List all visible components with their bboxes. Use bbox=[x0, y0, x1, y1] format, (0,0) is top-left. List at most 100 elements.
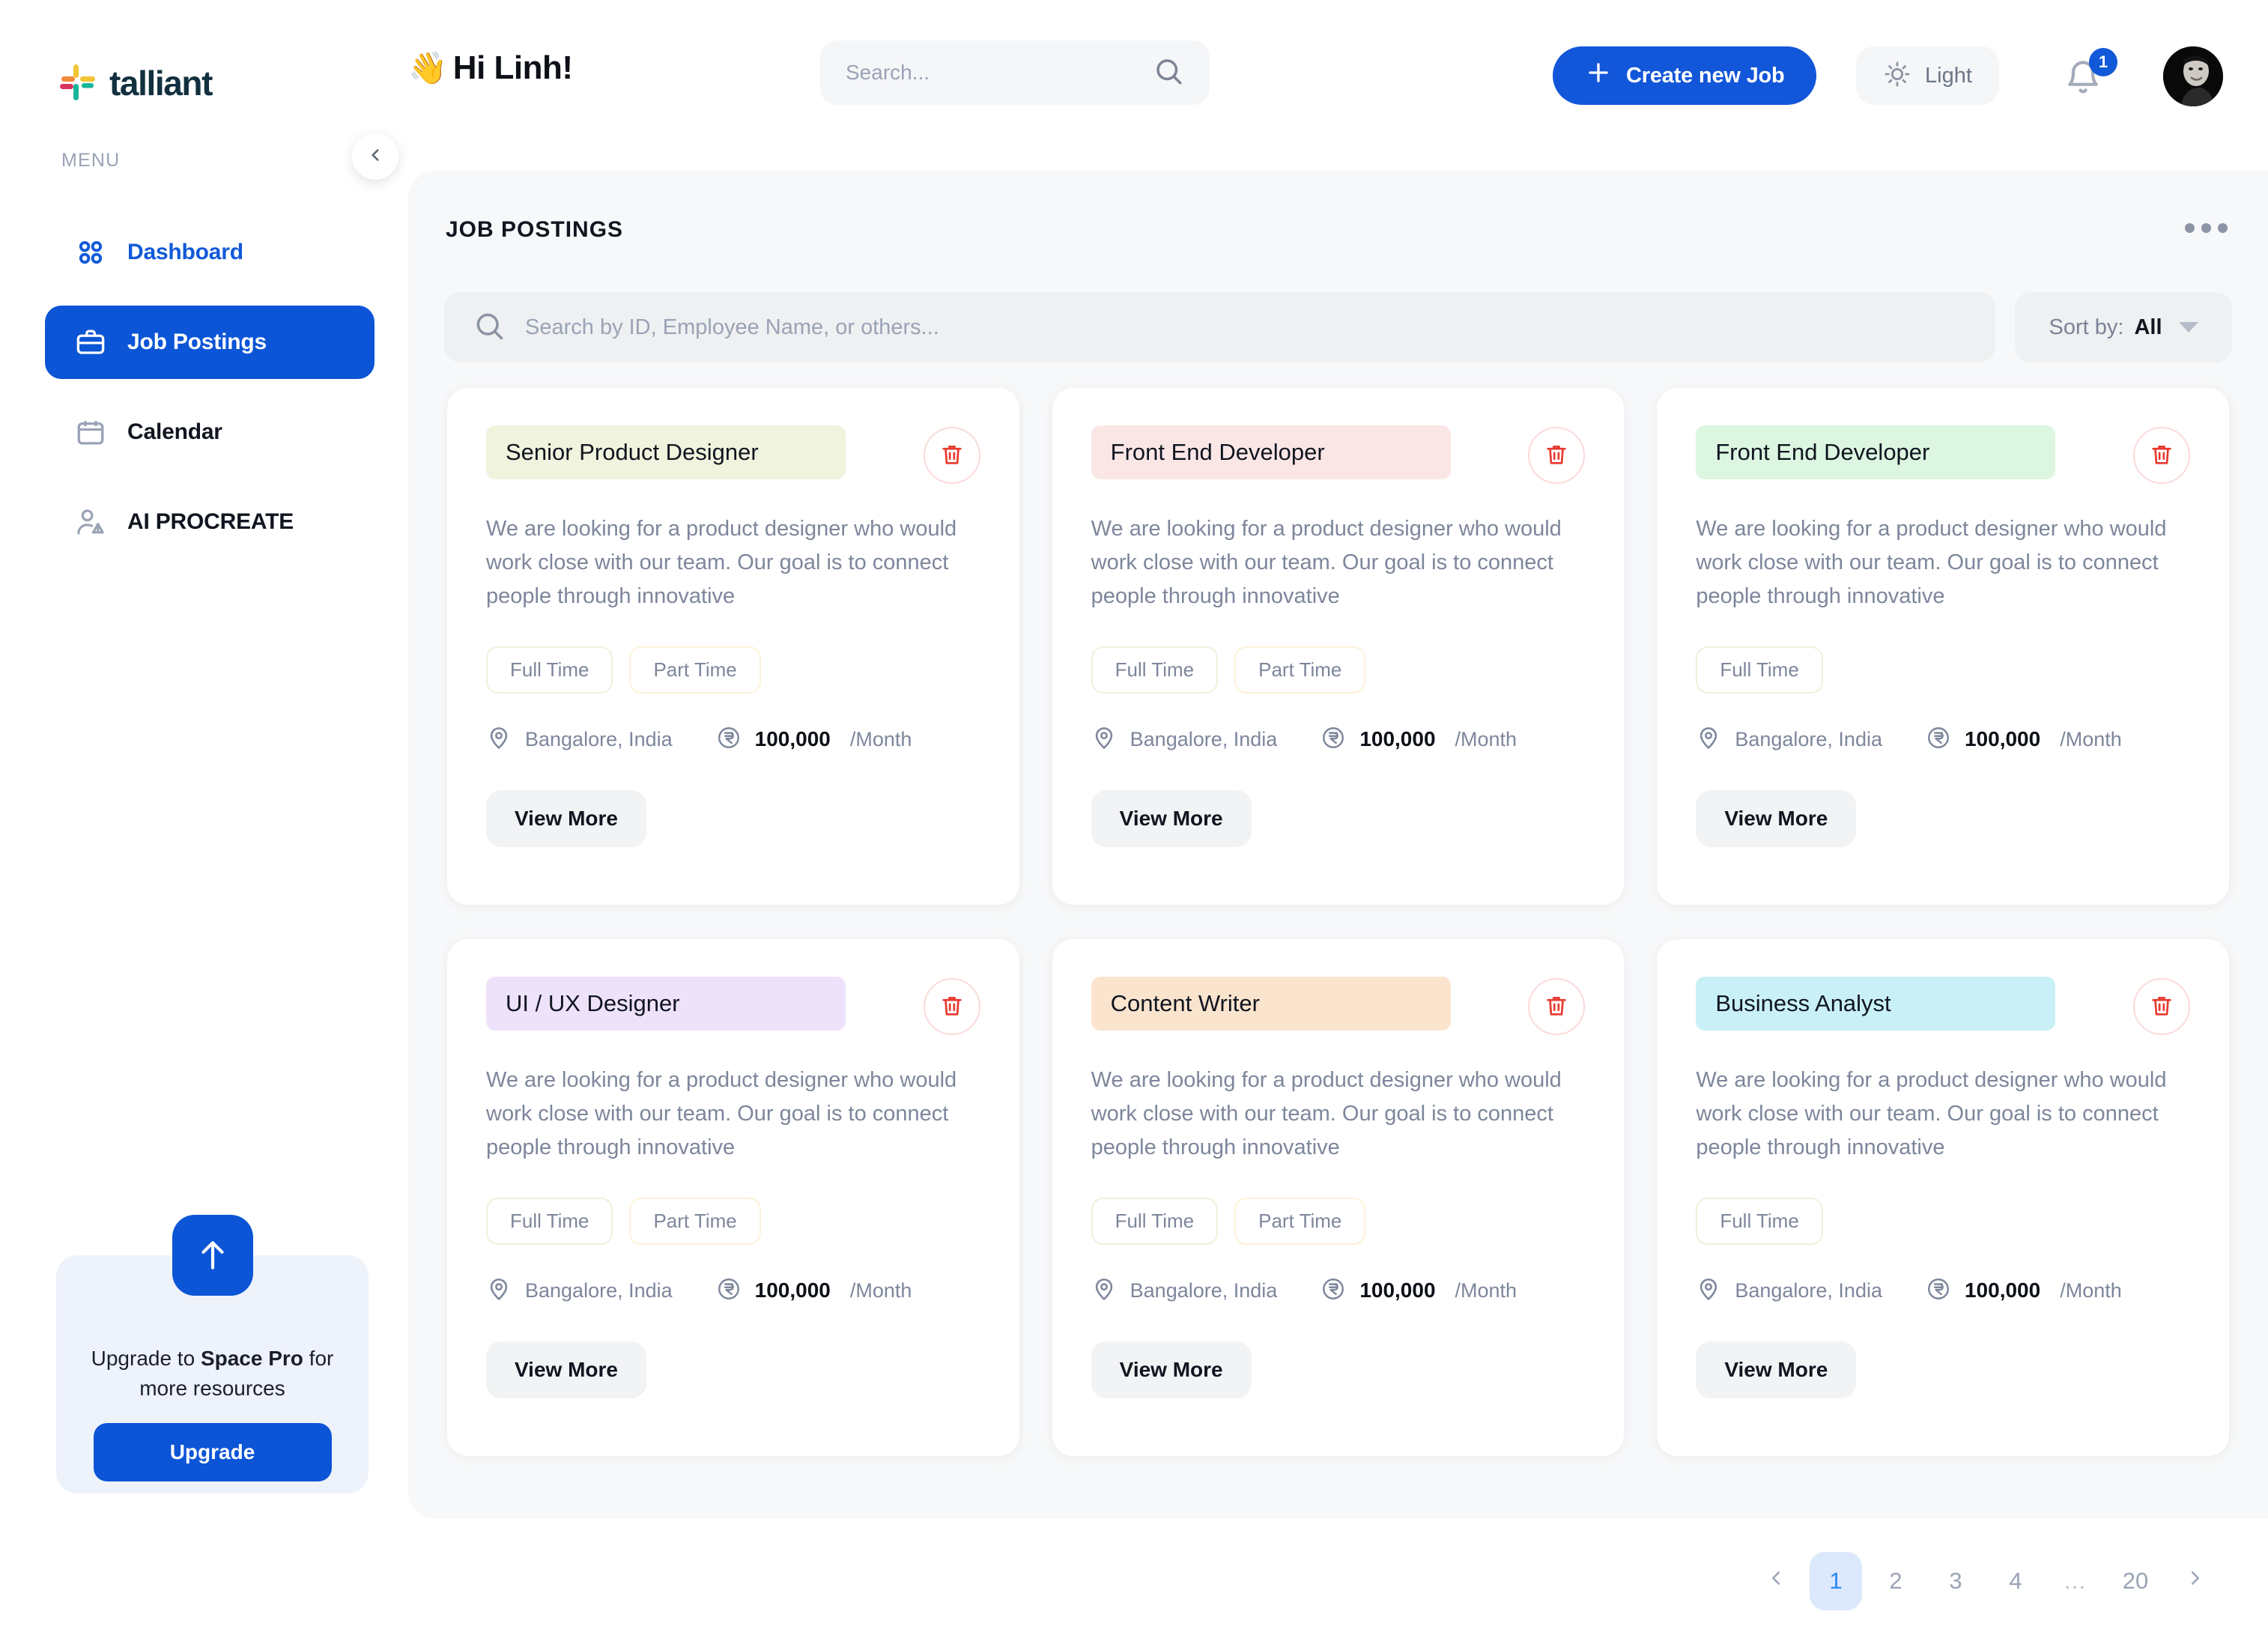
job-cards-grid: Senior Product Designer We are looking f… bbox=[447, 388, 2229, 1456]
pagination-page-1[interactable]: 1 bbox=[1810, 1552, 1862, 1610]
view-more-button[interactable]: View More bbox=[1091, 1341, 1252, 1398]
rupee-icon bbox=[1926, 725, 1951, 754]
map-pin-icon bbox=[1091, 1276, 1117, 1305]
chevron-right-icon bbox=[2184, 1567, 2207, 1595]
view-more-button[interactable]: View More bbox=[1696, 789, 1857, 847]
job-title-badge: Content Writer bbox=[1091, 977, 1451, 1031]
page-title: JOB POSTINGS bbox=[446, 217, 624, 242]
sidebar-item-calendar[interactable]: Calendar bbox=[45, 395, 375, 469]
pagination-page-3[interactable]: 3 bbox=[1929, 1552, 1982, 1610]
pagination-next-button[interactable] bbox=[2169, 1552, 2222, 1610]
job-description: We are looking for a product designer wh… bbox=[1091, 517, 1562, 608]
view-more-button[interactable]: View More bbox=[486, 789, 646, 847]
job-tag[interactable]: Part Time bbox=[1234, 646, 1366, 694]
job-description: We are looking for a product designer wh… bbox=[1696, 517, 2167, 608]
pagination: 1 2 3 4 … 20 bbox=[1750, 1552, 2222, 1610]
delete-job-button[interactable] bbox=[1528, 978, 1586, 1035]
create-new-job-button[interactable]: Create new Job bbox=[1553, 46, 1816, 105]
user-alert-icon bbox=[73, 505, 108, 539]
pagination-page-4[interactable]: 4 bbox=[1989, 1552, 2042, 1610]
job-title-badge: Senior Product Designer bbox=[486, 425, 846, 479]
upgrade-card: Upgrade to Space Pro for more resources … bbox=[56, 1215, 369, 1493]
job-card[interactable]: Content Writer We are looking for a prod… bbox=[1052, 939, 1625, 1456]
chevron-left-icon bbox=[366, 145, 385, 169]
sidebar-item-dashboard[interactable]: Dashboard bbox=[45, 216, 375, 289]
bell-icon bbox=[2064, 61, 2102, 100]
job-tag[interactable]: Full Time bbox=[1091, 1197, 1219, 1245]
job-card[interactable]: Senior Product Designer We are looking f… bbox=[447, 388, 1019, 905]
job-card-header: UI / UX Designer bbox=[486, 977, 980, 1035]
brand-logo[interactable]: talliant bbox=[58, 61, 213, 105]
job-search[interactable] bbox=[444, 292, 1995, 363]
job-salary-amount: 100,000 bbox=[1359, 1278, 1436, 1302]
job-card[interactable]: Business Analyst We are looking for a pr… bbox=[1657, 939, 2229, 1456]
job-tag[interactable]: Full Time bbox=[1696, 1197, 1823, 1245]
sidebar-item-label: Dashboard bbox=[127, 240, 243, 264]
job-location-text: Bangalore, India bbox=[1735, 1278, 1882, 1302]
map-pin-icon bbox=[1091, 725, 1117, 754]
delete-job-button[interactable] bbox=[1528, 427, 1586, 484]
job-tag[interactable]: Full Time bbox=[1696, 646, 1823, 694]
view-more-button[interactable]: View More bbox=[1091, 789, 1252, 847]
job-tag[interactable]: Part Time bbox=[629, 1197, 761, 1245]
delete-job-button[interactable] bbox=[923, 427, 980, 484]
job-meta: Bangalore, India 100,000 /Month bbox=[1091, 725, 1586, 754]
job-tags: Full Time Part Time bbox=[1091, 1197, 1586, 1245]
global-search[interactable] bbox=[820, 40, 1210, 105]
notifications-button[interactable]: 1 bbox=[2064, 48, 2117, 103]
panel-more-options-button[interactable] bbox=[2185, 223, 2228, 233]
sun-icon bbox=[1883, 60, 1911, 92]
job-location-text: Bangalore, India bbox=[1130, 727, 1278, 750]
sidebar-item-ai-procreate[interactable]: AI PROCREATE bbox=[45, 485, 375, 559]
job-salary-period: /Month bbox=[849, 727, 912, 750]
job-tag[interactable]: Part Time bbox=[1234, 1197, 1366, 1245]
menu-section-label: MENU bbox=[61, 150, 121, 171]
pagination-page-2[interactable]: 2 bbox=[1870, 1552, 1922, 1610]
ellipsis-icon-dot bbox=[2201, 223, 2211, 233]
delete-job-button[interactable] bbox=[2133, 978, 2190, 1035]
brand-name: talliant bbox=[109, 64, 213, 103]
rupee-icon bbox=[716, 725, 742, 754]
map-pin-icon bbox=[1696, 725, 1721, 754]
job-card[interactable]: UI / UX Designer We are looking for a pr… bbox=[447, 939, 1019, 1456]
job-tag[interactable]: Part Time bbox=[629, 646, 761, 694]
pagination-page-20[interactable]: 20 bbox=[2109, 1552, 2162, 1610]
pagination-prev-button[interactable] bbox=[1750, 1552, 1802, 1610]
job-tag[interactable]: Full Time bbox=[486, 1197, 613, 1245]
job-meta: Bangalore, India 100,000 /Month bbox=[1696, 1276, 2190, 1305]
sidebar-item-job-postings[interactable]: Job Postings bbox=[45, 306, 375, 379]
job-card[interactable]: Front End Developer We are looking for a… bbox=[1657, 388, 2229, 905]
job-description: We are looking for a product designer wh… bbox=[486, 1068, 957, 1159]
sidebar-collapse-button[interactable] bbox=[352, 133, 398, 180]
job-location: Bangalore, India bbox=[1696, 1276, 1882, 1305]
ellipsis-icon-dot bbox=[2218, 223, 2228, 233]
theme-toggle[interactable]: Light bbox=[1856, 46, 1999, 105]
job-description: We are looking for a product designer wh… bbox=[1091, 1068, 1562, 1159]
sort-by-dropdown[interactable]: Sort by: All bbox=[2015, 292, 2232, 363]
job-tag[interactable]: Full Time bbox=[1091, 646, 1219, 694]
map-pin-icon bbox=[1696, 1276, 1721, 1305]
job-location: Bangalore, India bbox=[1696, 725, 1882, 754]
chevron-down-icon bbox=[2178, 322, 2198, 333]
job-meta: Bangalore, India 100,000 /Month bbox=[1091, 1276, 1586, 1305]
job-toolbar: Sort by: All bbox=[444, 292, 2232, 363]
job-tag[interactable]: Full Time bbox=[486, 646, 613, 694]
view-more-button[interactable]: View More bbox=[1696, 1341, 1857, 1398]
user-avatar[interactable] bbox=[2163, 46, 2223, 106]
global-search-input[interactable] bbox=[846, 61, 1153, 85]
job-search-input[interactable] bbox=[525, 315, 1967, 340]
calendar-icon bbox=[73, 415, 108, 449]
job-card[interactable]: Front End Developer We are looking for a… bbox=[1052, 388, 1625, 905]
sidebar-item-label: Job Postings bbox=[127, 330, 267, 354]
search-icon[interactable] bbox=[1153, 55, 1184, 91]
map-pin-icon bbox=[486, 725, 512, 754]
upgrade-button[interactable]: Upgrade bbox=[93, 1422, 332, 1481]
delete-job-button[interactable] bbox=[923, 978, 980, 1035]
view-more-button[interactable]: View More bbox=[486, 1341, 646, 1398]
job-salary: 100,000 /Month bbox=[1926, 725, 2122, 754]
ellipsis-icon-dot bbox=[2185, 223, 2195, 233]
job-location: Bangalore, India bbox=[486, 1276, 673, 1305]
app-root: talliant MENU Dashboard Job Postings Cal… bbox=[0, 0, 2268, 1635]
delete-job-button[interactable] bbox=[2133, 427, 2190, 484]
job-salary: 100,000 /Month bbox=[1321, 725, 1517, 754]
